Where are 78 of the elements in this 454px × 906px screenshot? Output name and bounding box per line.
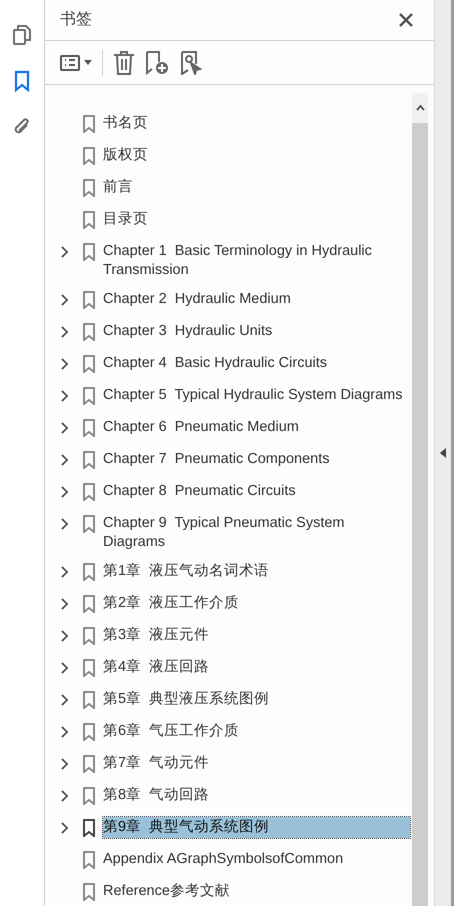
expand-chevron-icon[interactable] (61, 630, 69, 642)
bookmark-icon (83, 419, 95, 437)
pages-icon[interactable] (12, 24, 32, 46)
bookmark-icon (83, 627, 95, 645)
bookmark-item[interactable]: Reference参考文献 (103, 881, 410, 902)
expand-chevron-icon[interactable] (61, 598, 69, 610)
bookmark-item[interactable]: Chapter 8 Pneumatic Circuits (103, 481, 410, 502)
bookmark-icon (83, 243, 95, 261)
bookmark-icon (83, 851, 95, 869)
expand-chevron-icon[interactable] (61, 246, 69, 258)
bookmark-icon (83, 755, 95, 773)
scrollbar[interactable] (412, 93, 428, 906)
panel-title: 书签 (60, 10, 92, 30)
bookmark-icon (83, 115, 95, 133)
bookmark-item[interactable]: 第8章 气动回路 (103, 785, 410, 806)
bookmark-item[interactable]: 第5章 典型液压系统图例 (103, 689, 410, 710)
bookmark-item[interactable]: Chapter 7 Pneumatic Components (103, 449, 410, 470)
bookmark-item[interactable]: 第6章 气压工作介质 (103, 721, 410, 742)
bookmark-icon (83, 515, 95, 533)
bookmark-icon (83, 211, 95, 229)
expand-chevron-icon[interactable] (61, 566, 69, 578)
bookmark-item[interactable]: Chapter 5 Typical Hydraulic System Diagrams (103, 385, 410, 406)
bookmark-item[interactable]: 第9章 典型气动系统图例 (103, 817, 410, 838)
expand-chevron-icon[interactable] (61, 422, 69, 434)
scroll-up-icon[interactable] (416, 105, 424, 111)
bookmark-item[interactable]: 目录页 (103, 209, 410, 230)
bookmark-item[interactable]: 第1章 液压气动名词术语 (103, 561, 410, 582)
bookmark-icon[interactable] (14, 70, 30, 92)
bookmark-icon (83, 387, 95, 405)
expand-chevron-icon[interactable] (61, 822, 69, 834)
bookmark-item[interactable]: Chapter 4 Basic Hydraulic Circuits (103, 353, 410, 374)
bookmark-item[interactable]: Chapter 3 Hydraulic Units (103, 321, 410, 342)
bookmark-item[interactable]: 前言 (103, 177, 410, 198)
bookmark-icon (83, 723, 95, 741)
bookmark-item[interactable]: Chapter 6 Pneumatic Medium (103, 417, 410, 438)
bookmark-item[interactable]: 第2章 液压工作介质 (103, 593, 410, 614)
expand-chevron-icon[interactable] (61, 486, 69, 498)
bookmark-item[interactable]: 第7章 气动元件 (103, 753, 410, 774)
bookmark-icon (83, 147, 95, 165)
bookmark-icon (83, 883, 95, 901)
bookmark-item[interactable]: Appendix AGraphSymbolsofCommon (103, 849, 410, 870)
bookmark-item[interactable]: 版权页 (103, 145, 410, 166)
bookmark-icon (83, 179, 95, 197)
bookmark-item[interactable]: Chapter 2 Hydraulic Medium (103, 289, 410, 310)
collapse-panel-icon[interactable] (440, 448, 446, 458)
expand-chevron-icon[interactable] (61, 726, 69, 738)
bookmark-item[interactable]: Chapter 9 Typical Pneumatic System Diagrams (103, 513, 410, 553)
bookmark-icon (83, 323, 95, 341)
options-dropdown-button[interactable] (60, 54, 92, 70)
bookmark-icon (83, 691, 95, 709)
bookmark-icon (83, 291, 95, 309)
bookmark-icon (83, 819, 95, 837)
bookmark-icon (83, 563, 95, 581)
bookmark-icon (83, 451, 95, 469)
bookmark-icon (83, 595, 95, 613)
delete-button[interactable] (113, 50, 135, 74)
expand-chevron-icon[interactable] (61, 454, 69, 466)
bookmark-icon (83, 483, 95, 501)
expand-chevron-icon[interactable] (61, 758, 69, 770)
expand-chevron-icon[interactable] (61, 694, 69, 706)
bookmark-icon (83, 787, 95, 805)
expand-chevron-icon[interactable] (61, 518, 69, 530)
bookmark-item[interactable]: 书名页 (103, 113, 410, 134)
expand-chevron-icon[interactable] (61, 358, 69, 370)
close-button[interactable] (399, 13, 413, 27)
expand-chevron-icon[interactable] (61, 326, 69, 338)
bookmark-icon (83, 355, 95, 373)
caret-icon (84, 60, 92, 65)
expand-chevron-icon[interactable] (61, 790, 69, 802)
bookmark-item[interactable]: Chapter 1 Basic Terminology in Hydraulic Transmission (103, 241, 410, 281)
expand-chevron-icon[interactable] (61, 662, 69, 674)
bookmark-item[interactable]: 第3章 液压元件 (103, 625, 410, 646)
bookmark-icon (83, 659, 95, 677)
new-bookmark-from-selection-button[interactable] (179, 50, 203, 74)
expand-chevron-icon[interactable] (61, 294, 69, 306)
expand-chevron-icon[interactable] (61, 390, 69, 402)
bookmark-item[interactable]: 第4章 液压回路 (103, 657, 410, 678)
add-bookmark-button[interactable] (145, 50, 169, 74)
